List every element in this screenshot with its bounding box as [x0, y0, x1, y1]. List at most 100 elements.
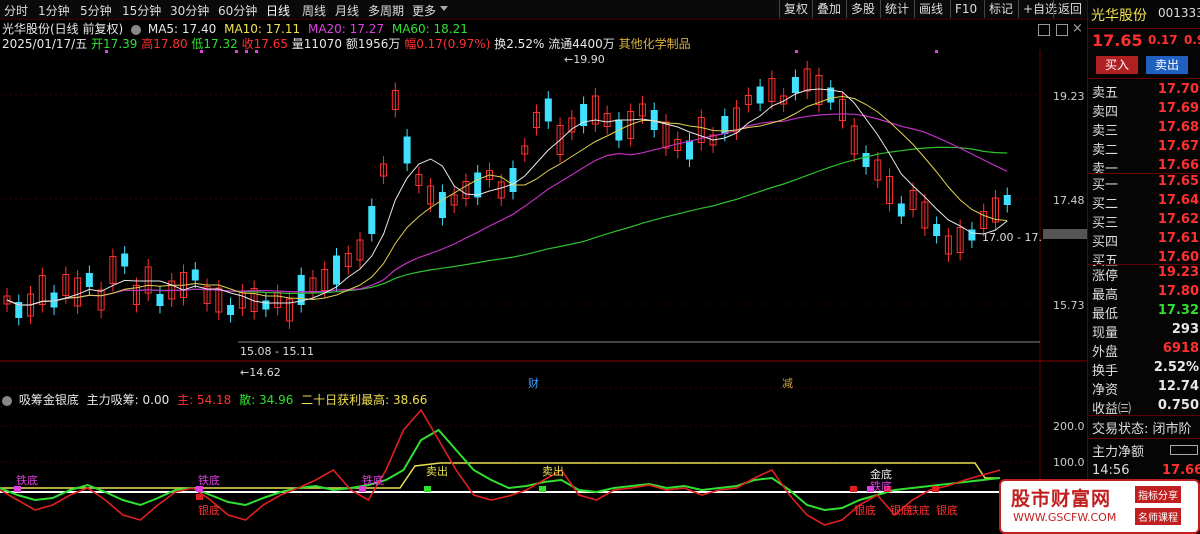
signal-label: 铁底 [16, 474, 38, 487]
row-label: 换手 [1092, 364, 1119, 379]
row-value: 17.66 [1157, 158, 1199, 173]
signal-label: 卖出 [542, 465, 564, 478]
candle-body [332, 255, 340, 285]
main-absorb-value: 主力吸筹: 0.00 [86, 393, 170, 407]
row-value: 17.68 [1157, 120, 1199, 135]
rp-buys-row: 买四 17.61 [1092, 231, 1199, 250]
profit-value: 二十日获利最高: 38.66 [301, 393, 428, 407]
signal-dot [200, 50, 203, 53]
row-label: 买三 [1092, 216, 1119, 231]
indicator-mark [850, 486, 857, 492]
price-axis-label-bottom: 15.73 [1053, 299, 1085, 312]
row-value: 19.23 [1157, 265, 1199, 280]
indicator-mark [196, 494, 203, 500]
candle-body [686, 140, 694, 160]
price-change: 0.17 [1148, 33, 1178, 47]
rp-buys-row: 买一 17.65 [1092, 174, 1199, 193]
row-value: 17.67 [1157, 139, 1199, 154]
rp-stats-row: 换手 2.52% [1092, 360, 1199, 379]
signal-label: 铁底 [908, 504, 930, 517]
candle-body [191, 269, 199, 281]
rp-stats-row: 现量 293 [1092, 322, 1199, 341]
main-value: 主: 54.18 [177, 393, 232, 407]
signal-dot [245, 50, 248, 53]
indicator-mark [424, 486, 431, 492]
rp-buys-row: 买二 17.64 [1092, 193, 1199, 212]
signal-label: 银底 [198, 504, 220, 517]
current-price-tag [1043, 229, 1087, 239]
price-chart[interactable] [0, 0, 1087, 533]
price-axis-label-top: 19.23 [1053, 90, 1085, 103]
row-value: 12.74 [1157, 379, 1199, 394]
sell-button[interactable]: 卖出 [1146, 56, 1188, 74]
indicator-axis-100: 100.0 [1053, 456, 1085, 469]
row-value: 17.61 [1157, 231, 1199, 246]
current-price: 17.65 [1092, 31, 1143, 50]
candle-body [509, 168, 517, 192]
main-net-bar [1170, 445, 1198, 455]
candle-body [403, 136, 411, 164]
indicator-header: 吸筹金银底 主力吸筹: 0.00 主: 54.18 散: 34.96 二十日获利… [2, 391, 427, 408]
rp-sells-row: 卖三 17.68 [1092, 120, 1199, 139]
main-net-label: 主力净额 [1092, 445, 1145, 460]
candle-body [862, 153, 870, 167]
quote-panel: 光华股份 001333 17.65 0.17 0.9 买入 卖出 卖五 17.70… [1087, 0, 1200, 533]
range-label-1: 15.08 - 15.11 [240, 345, 314, 358]
stock-name: 光华股份 [1091, 8, 1147, 24]
watermark-badge: 股市财富网 WWW.GSCFW.COM 指标分享 名师课程 [999, 479, 1200, 534]
signal-label: 银底 [854, 504, 876, 517]
stock-code: 001333 [1158, 6, 1200, 20]
row-label: 净资 [1092, 383, 1119, 398]
watermark-brand: 股市财富网 [1011, 488, 1112, 510]
signal-label: 铁底 [362, 474, 384, 487]
row-value: 17.65 [1157, 174, 1199, 189]
tick-time: 14:56 [1092, 463, 1130, 478]
row-label: 外盘 [1092, 345, 1119, 360]
candle-body [791, 77, 799, 93]
signal-label: 铁底 [198, 474, 220, 487]
indicator-mark [932, 486, 939, 492]
indicator-name[interactable]: 吸筹金银底 [19, 393, 79, 407]
row-value: 17.80 [1157, 284, 1199, 299]
row-label: 卖五 [1092, 86, 1119, 101]
row-label: 卖三 [1092, 124, 1119, 139]
candle-body [227, 305, 235, 315]
rp-stats-row: 涨停 19.23 [1092, 265, 1199, 284]
tick-price: 17.66 [1162, 463, 1200, 478]
row-value: 17.70 [1157, 82, 1199, 97]
rp-stats-row: 最高 17.80 [1092, 284, 1199, 303]
row-label: 最高 [1092, 288, 1119, 303]
buy-button[interactable]: 买入 [1096, 56, 1138, 74]
price-axis-label-mid: 17.48 [1053, 194, 1085, 207]
row-label: 买四 [1092, 235, 1119, 250]
rp-sells-row: 卖四 17.69 [1092, 101, 1199, 120]
row-label: 买一 [1092, 178, 1119, 193]
row-label: 卖二 [1092, 143, 1119, 158]
row-value: 17.32 [1157, 303, 1199, 318]
candle-body [156, 294, 164, 306]
candle-body [756, 86, 764, 104]
row-label: 涨停 [1092, 269, 1119, 284]
row-label: 卖四 [1092, 105, 1119, 120]
reduction-event-marker[interactable]: 减 [782, 375, 793, 391]
high-price-marker: ←19.90 [564, 53, 605, 66]
row-value: 17.64 [1157, 193, 1199, 208]
rp-buys-row: 买三 17.62 [1092, 212, 1199, 231]
row-value: 2.52% [1153, 360, 1199, 375]
candle-body [933, 224, 941, 236]
signal-dots [105, 50, 938, 53]
candle-body [1003, 195, 1011, 205]
row-value: 293 [1171, 322, 1199, 337]
indicator-axis-200: 200.0 [1053, 420, 1085, 433]
rp-stats-row: 最低 17.32 [1092, 303, 1199, 322]
signal-label: 铁底 [870, 480, 892, 493]
indicator-settings-icon[interactable] [2, 395, 12, 406]
row-value: 6918 [1162, 341, 1199, 356]
signal-dot [935, 50, 938, 53]
retail-value: 散: 34.96 [239, 393, 294, 407]
candle-body [544, 98, 552, 122]
candle-body [438, 192, 446, 218]
retail-line [0, 408, 1001, 526]
finance-event-marker[interactable]: 财 [528, 375, 539, 391]
low-price-marker: ←14.62 [240, 366, 281, 379]
